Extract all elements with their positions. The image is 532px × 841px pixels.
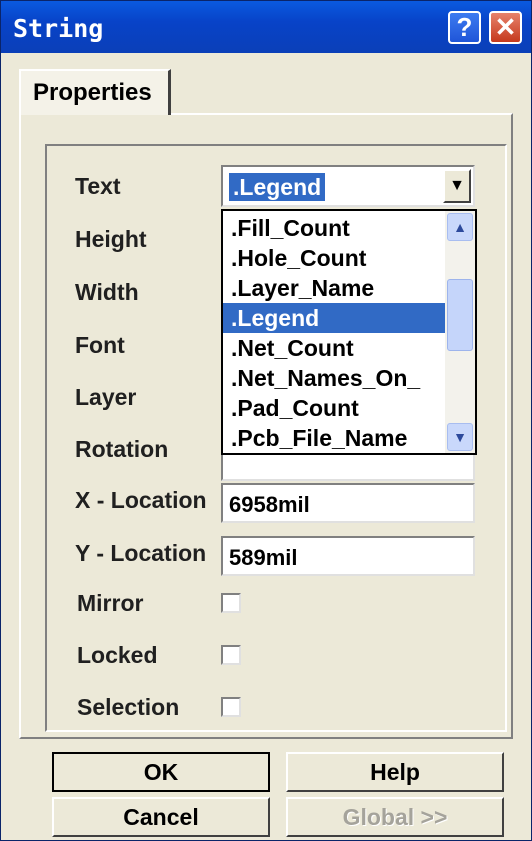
selection-label: Selection — [77, 694, 180, 720]
dropdown-option-selected[interactable]: .Legend — [223, 303, 445, 333]
y-location-label: Y - Location — [75, 540, 207, 566]
text-dropdown-list[interactable]: .Fill_Count .Hole_Count .Layer_Name .Leg… — [221, 209, 477, 455]
dropdown-option[interactable]: .Pad_Count — [223, 393, 445, 423]
mirror-checkbox[interactable] — [221, 593, 241, 613]
y-location-field[interactable]: 589mil — [221, 536, 475, 576]
text-combobox[interactable]: .Legend ▼ — [221, 165, 475, 207]
help-button[interactable]: Help — [286, 752, 504, 792]
text-combobox-value: .Legend — [229, 173, 326, 201]
global-button[interactable]: Global >> — [286, 797, 504, 837]
window-title: String — [13, 14, 104, 43]
close-icon[interactable]: ✕ — [489, 11, 522, 44]
dropdown-option[interactable]: .Pcb_File_Name — [223, 423, 445, 453]
font-label: Font — [75, 332, 125, 358]
x-location-label: X - Location — [75, 487, 207, 513]
x-location-field[interactable]: 6958mil — [221, 483, 475, 523]
tab-properties[interactable]: Properties — [19, 69, 171, 115]
chevron-down-icon[interactable]: ▼ — [443, 169, 471, 203]
cancel-button[interactable]: Cancel — [52, 797, 270, 837]
dropdown-option[interactable]: .Fill_Count — [223, 213, 445, 243]
text-label: Text — [75, 173, 121, 199]
dropdown-option[interactable]: .Hole_Count — [223, 243, 445, 273]
dropdown-option[interactable]: .Layer_Name — [223, 273, 445, 303]
height-label: Height — [75, 226, 147, 252]
string-dialog: String ? ✕ Properties Text Height Width … — [0, 0, 532, 841]
width-label: Width — [75, 279, 139, 305]
selection-checkbox[interactable] — [221, 697, 241, 717]
help-icon[interactable]: ? — [448, 11, 481, 44]
rotation-field[interactable] — [221, 455, 475, 481]
dropdown-option[interactable]: .Net_Names_On_ — [223, 363, 445, 393]
mirror-label: Mirror — [77, 590, 144, 616]
dropdown-scrollbar[interactable]: ▲ ▼ — [445, 211, 475, 453]
locked-checkbox[interactable] — [221, 645, 241, 665]
layer-label: Layer — [75, 384, 137, 410]
chevron-down-icon[interactable]: ▼ — [447, 423, 473, 451]
dropdown-option[interactable]: .Net_Count — [223, 333, 445, 363]
ok-button[interactable]: OK — [52, 752, 270, 792]
title-bar[interactable]: String ? ✕ — [1, 1, 531, 53]
locked-label: Locked — [77, 642, 158, 668]
chevron-up-icon[interactable]: ▲ — [447, 213, 473, 241]
rotation-label: Rotation — [75, 436, 169, 462]
scrollbar-thumb[interactable] — [447, 279, 473, 351]
